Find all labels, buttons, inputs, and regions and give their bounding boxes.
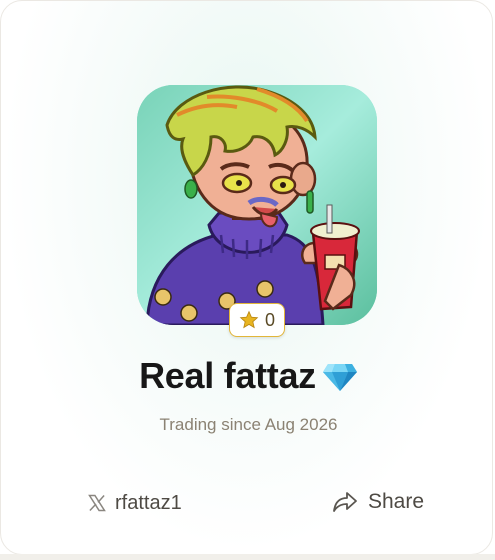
profile-card: 0 Real fattaz Trading since Aug 2026 rfa… [0,0,493,555]
rating-count: 0 [264,309,275,330]
profile-name-row: Real fattaz [1,353,495,399]
x-profile-link[interactable]: rfattaz1 [87,489,182,517]
share-label: Share [368,490,425,513]
star-icon [239,310,259,329]
rating-badge[interactable]: 0 [229,303,285,337]
share-icon [333,492,357,512]
x-logo-icon [88,494,106,512]
diamond-icon [322,364,357,391]
x-handle: rfattaz1 [115,491,182,514]
avatar-illustration [137,85,377,325]
share-button[interactable]: Share [332,487,424,517]
trading-since: Trading since Aug 2026 [159,415,338,434]
bottom-divider [0,554,495,560]
profile-avatar [137,85,377,325]
profile-name: Real fattaz [139,355,316,396]
